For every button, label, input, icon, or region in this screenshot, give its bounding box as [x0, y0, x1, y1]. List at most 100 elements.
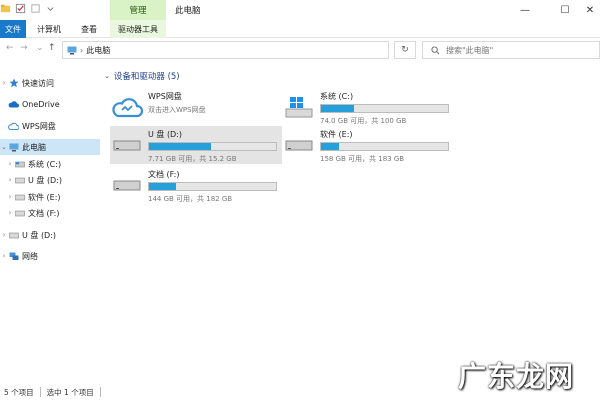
tile-wps-cloud[interactable]: WPS网盘 双击进入WPS网盘	[110, 88, 280, 126]
chevron-right-icon[interactable]: ›	[0, 79, 8, 87]
chevron-down-icon[interactable]	[45, 3, 56, 14]
usage-bar	[148, 182, 277, 191]
tab-computer[interactable]: 计算机	[37, 20, 61, 38]
usb-drive-icon	[8, 230, 19, 240]
back-button[interactable]: ←	[6, 43, 14, 53]
sidebar-item-wps[interactable]: WPS网盘	[0, 118, 100, 134]
star-icon	[8, 78, 19, 88]
drive-icon	[14, 159, 25, 169]
search-input[interactable]: 搜索"此电脑"	[422, 41, 600, 59]
quick-access-toolbar	[0, 3, 56, 14]
divider	[99, 387, 101, 397]
group-title: 设备和驱动器 (5)	[113, 72, 180, 82]
tile-drive-f[interactable]: 文档 (F:) 144 GB 可用，共 182 GB	[110, 166, 282, 204]
chevron-right-icon[interactable]: ›	[6, 160, 14, 168]
navigation-bar: ← → ⌄ ↑ › 此电脑 ↻ 搜索"此电脑"	[0, 38, 600, 62]
chevron-right-icon: ›	[80, 45, 84, 55]
window-title: 此电脑	[175, 6, 201, 16]
search-icon	[431, 45, 440, 54]
tile-name: 系统 (C:)	[320, 92, 354, 101]
sidebar-item-label: 系统 (C:)	[28, 159, 62, 169]
tile-subtitle: 双击进入WPS网盘	[148, 106, 206, 114]
chevron-right-icon[interactable]: ›	[6, 193, 14, 201]
chevron-right-icon[interactable]: ›	[6, 209, 14, 217]
usage-bar-fill	[321, 143, 339, 150]
drive-icon	[14, 208, 25, 218]
sidebar-item-label: 快速访问	[22, 78, 54, 88]
devices-group-header[interactable]: ⌄ 设备和驱动器 (5)	[104, 70, 180, 82]
usage-bar	[320, 142, 449, 151]
wps-cloud-icon	[110, 90, 144, 124]
sidebar-item-drive-c[interactable]: › 系统 (C:)	[0, 156, 100, 172]
usage-bar-fill	[149, 183, 176, 190]
sidebar-item-label: U 盘 (D:)	[28, 175, 63, 185]
sidebar-item-network[interactable]: › 网络	[0, 248, 100, 264]
sidebar-item-this-pc[interactable]: ⌄ 此电脑	[0, 139, 100, 155]
sidebar-item-label: U 盘 (D:)	[22, 230, 57, 240]
drive-icon	[110, 168, 144, 202]
refresh-icon: ↻	[401, 45, 409, 55]
minimize-button[interactable]: —	[510, 0, 540, 20]
tile-subtitle: 74.0 GB 可用，共 100 GB	[320, 117, 407, 125]
drive-icon	[282, 128, 316, 162]
navigation-pane: › 快速访问 OneDrive WPS网盘 ⌄ 此电脑 › 系统 (C:) › …	[0, 66, 100, 384]
usage-bar-fill	[321, 105, 355, 112]
sidebar-item-drive-e[interactable]: › 软件 (E:)	[0, 189, 100, 205]
usage-bar	[148, 142, 277, 151]
tile-drive-e[interactable]: 软件 (E:) 158 GB 可用，共 183 GB	[282, 126, 458, 164]
tab-view[interactable]: 查看	[81, 20, 97, 38]
address-bar[interactable]: › 此电脑	[62, 41, 389, 59]
sidebar-item-usb-drive[interactable]: › U 盘 (D:)	[0, 227, 100, 243]
tile-drive-d[interactable]: U 盘 (D:) 7.71 GB 可用，共 15.2 GB	[110, 126, 282, 164]
tile-drive-c[interactable]: 系统 (C:) 74.0 GB 可用，共 100 GB	[282, 88, 458, 126]
refresh-button[interactable]: ↻	[394, 41, 416, 59]
sidebar-item-drive-d[interactable]: › U 盘 (D:)	[0, 172, 100, 188]
tile-name: 软件 (E:)	[320, 130, 353, 139]
tile-subtitle: 7.71 GB 可用，共 15.2 GB	[148, 155, 237, 163]
ribbon-tabs: 文件 计算机 查看 驱动器工具	[0, 20, 600, 38]
manage-context-tab[interactable]: 管理	[110, 0, 166, 20]
usage-bar	[320, 104, 449, 113]
item-count: 5 个项目	[4, 387, 34, 397]
tile-subtitle: 144 GB 可用，共 182 GB	[148, 195, 233, 203]
chevron-down-icon[interactable]: ⌄	[0, 143, 8, 151]
computer-icon	[8, 142, 19, 152]
sidebar-item-quick-access[interactable]: › 快速访问	[0, 75, 100, 91]
divider	[39, 387, 41, 397]
sidebar-item-label: 软件 (E:)	[28, 192, 61, 202]
new-folder-icon[interactable]	[30, 3, 41, 14]
sidebar-item-drive-f[interactable]: › 文档 (F:)	[0, 205, 100, 221]
usb-drive-icon	[14, 175, 25, 185]
usage-bar-fill	[149, 143, 212, 150]
tile-name: WPS网盘	[148, 92, 182, 101]
tab-drive-tools[interactable]: 驱动器工具	[110, 20, 166, 38]
cloud-icon	[8, 99, 19, 109]
sidebar-item-label: 此电脑	[22, 142, 46, 152]
sidebar-item-label: WPS网盘	[22, 121, 56, 131]
tile-name: 文档 (F:)	[148, 170, 180, 179]
chevron-right-icon[interactable]: ›	[0, 231, 8, 239]
title-bar: 管理 此电脑 — ☐ ✕	[0, 0, 600, 20]
close-button[interactable]: ✕	[575, 0, 600, 20]
tab-file[interactable]: 文件	[0, 20, 26, 38]
sidebar-item-onedrive[interactable]: OneDrive	[0, 96, 100, 112]
watermark: 广东龙网	[458, 360, 575, 393]
folder-icon[interactable]	[0, 3, 11, 14]
selected-count: 选中 1 个项目	[46, 387, 94, 397]
computer-icon	[67, 46, 77, 54]
up-button[interactable]: ↑	[48, 43, 56, 53]
properties-icon[interactable]	[15, 3, 26, 14]
forward-button[interactable]: →	[20, 43, 28, 53]
network-icon	[8, 251, 19, 261]
drive-icon	[14, 192, 25, 202]
recent-locations-button[interactable]: ⌄	[36, 43, 44, 53]
chevron-right-icon[interactable]: ›	[6, 176, 14, 184]
address-path: 此电脑	[86, 45, 111, 55]
chevron-right-icon[interactable]: ›	[0, 252, 8, 260]
tile-subtitle: 158 GB 可用，共 183 GB	[320, 155, 405, 163]
usb-drive-icon	[110, 128, 144, 162]
windows-drive-icon	[282, 90, 316, 124]
sidebar-item-label: 文档 (F:)	[28, 208, 60, 218]
chevron-down-icon[interactable]: ⌄	[104, 72, 110, 80]
wps-cloud-icon	[8, 121, 19, 131]
